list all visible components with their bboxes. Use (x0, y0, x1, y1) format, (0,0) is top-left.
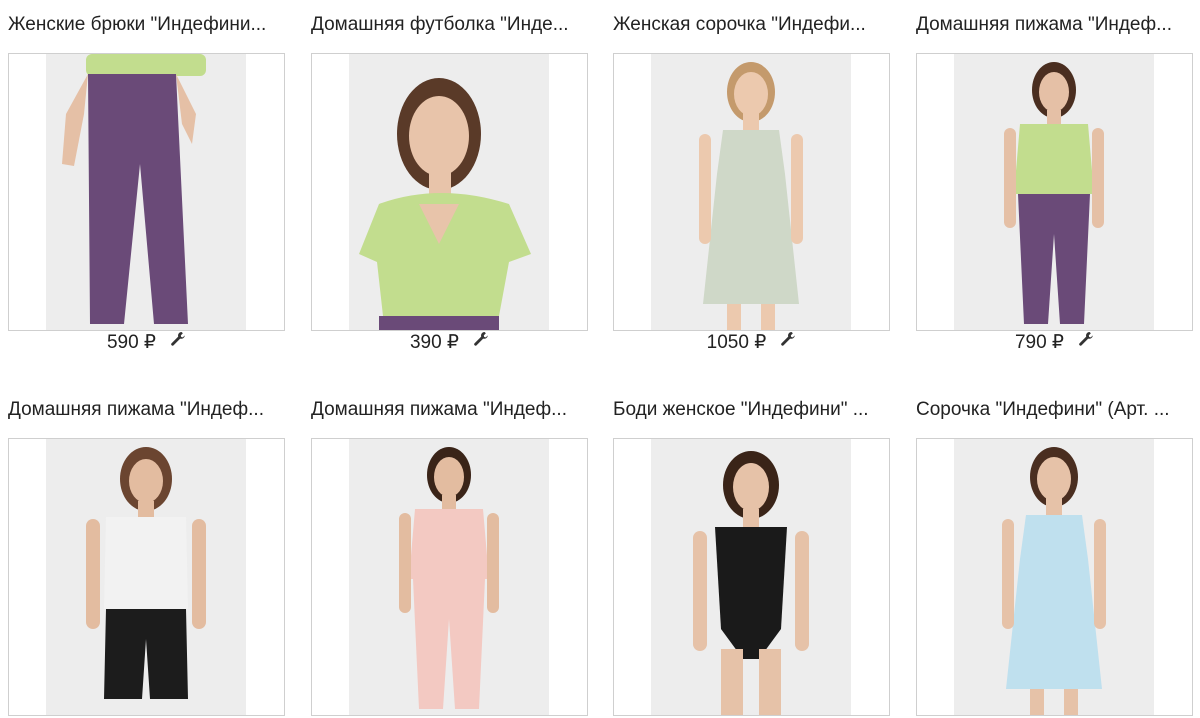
product-image[interactable] (613, 438, 890, 716)
wrench-icon[interactable] (170, 331, 186, 347)
wrench-icon[interactable] (780, 331, 796, 347)
product-title[interactable]: Сорочка "Индефини" (Арт. ... (916, 398, 1193, 422)
product-photo (312, 54, 587, 330)
product-title[interactable]: Боди женское "Индефини" ... (613, 398, 890, 422)
product-image[interactable] (916, 53, 1193, 331)
wrench-icon[interactable] (473, 331, 489, 347)
product-image[interactable] (311, 53, 588, 331)
product-price-row: 390 ₽ (311, 331, 588, 355)
product-title[interactable]: Домашняя футболка "Инде... (311, 13, 588, 37)
product-price: 1050 ₽ (706, 332, 767, 353)
product-title[interactable]: Женские брюки "Индефини... (8, 13, 285, 37)
wrench-icon[interactable] (1078, 331, 1094, 347)
product-image[interactable] (916, 438, 1193, 716)
product-photo (917, 54, 1192, 330)
product-title[interactable]: Женская сорочка "Индефи... (613, 13, 890, 37)
product-title[interactable]: Домашняя пижама "Индеф... (916, 13, 1193, 37)
product-price: 590 ₽ (106, 332, 157, 353)
product-image[interactable] (8, 53, 285, 331)
product-photo (614, 439, 889, 715)
product-price-row: 590 ₽ (8, 331, 285, 355)
product-price: 390 ₽ (409, 332, 460, 353)
product-image[interactable] (8, 438, 285, 716)
product-photo (9, 439, 284, 715)
product-image[interactable] (311, 438, 588, 716)
product-title[interactable]: Домашняя пижама "Индеф... (8, 398, 285, 422)
product-grid: Женские брюки "Индефини... 590 ₽ Домашня… (0, 0, 1200, 718)
product-price-row: 1050 ₽ (613, 331, 890, 355)
product-image[interactable] (613, 53, 890, 331)
product-price-row: 790 ₽ (916, 331, 1193, 355)
product-photo (614, 54, 889, 330)
product-title[interactable]: Домашняя пижама "Индеф... (311, 398, 588, 422)
product-price: 790 ₽ (1014, 332, 1065, 353)
product-photo (312, 439, 587, 715)
product-photo (917, 439, 1192, 715)
product-photo (9, 54, 284, 330)
